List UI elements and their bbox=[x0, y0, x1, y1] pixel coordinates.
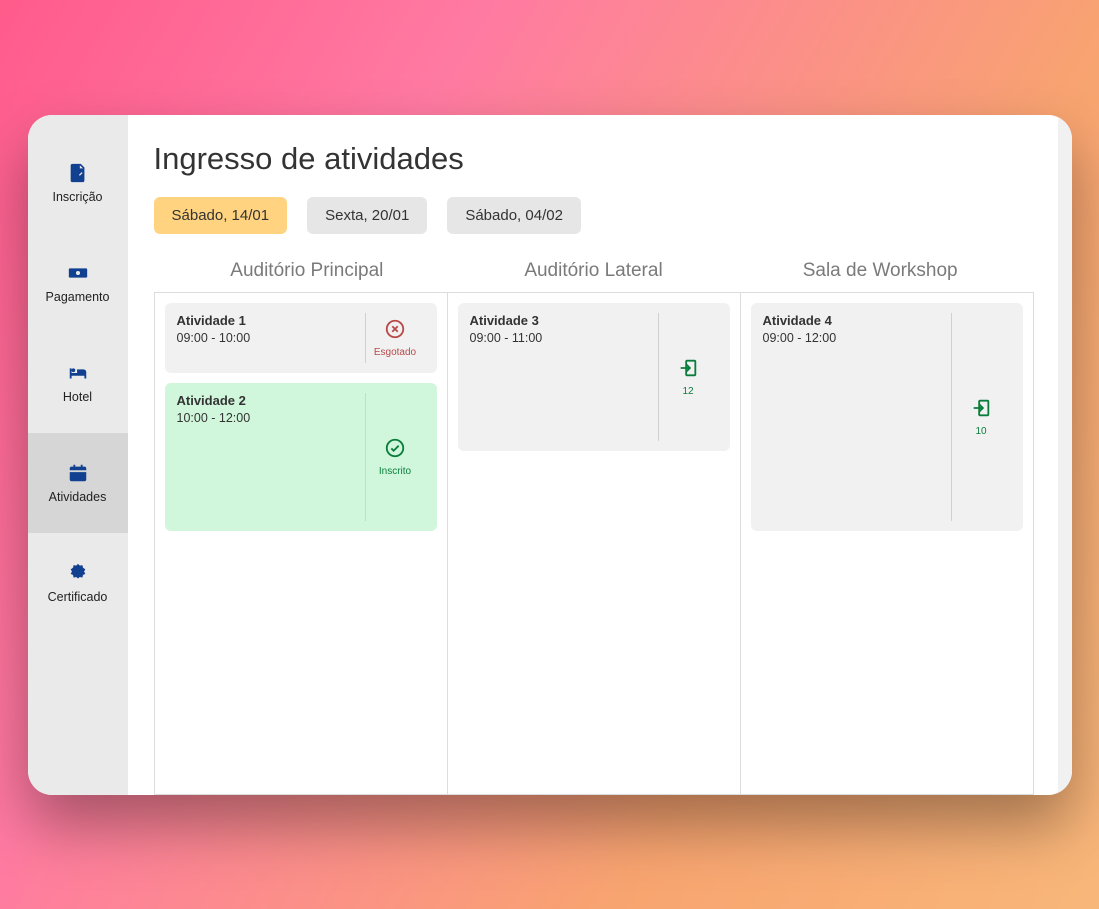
activity-status-sold-out: Esgotado bbox=[365, 313, 425, 363]
sidebar-item-atividades[interactable]: Atividades bbox=[28, 433, 128, 533]
sidebar-item-hotel[interactable]: Hotel bbox=[28, 333, 128, 433]
sidebar-item-label: Inscrição bbox=[52, 190, 102, 204]
activity-time: 10:00 - 12:00 bbox=[177, 411, 359, 425]
enter-icon bbox=[970, 397, 992, 422]
activity-status-available[interactable]: 10 bbox=[951, 313, 1011, 521]
activity-card[interactable]: Atividade 2 10:00 - 12:00 Inscrito bbox=[165, 383, 437, 531]
rooms-header: Auditório Principal Auditório Lateral Sa… bbox=[154, 260, 1034, 292]
activity-status-enrolled: Inscrito bbox=[365, 393, 425, 521]
sidebar-item-pagamento[interactable]: Pagamento bbox=[28, 233, 128, 333]
status-label: 12 bbox=[682, 386, 693, 397]
status-label: 10 bbox=[975, 426, 986, 437]
activity-time: 09:00 - 12:00 bbox=[763, 331, 945, 345]
certificate-icon bbox=[65, 562, 91, 584]
status-label: Inscrito bbox=[379, 466, 411, 477]
sidebar-item-certificado[interactable]: Certificado bbox=[28, 533, 128, 633]
rooms-body: Atividade 1 09:00 - 10:00 Esgotado Ativi… bbox=[154, 292, 1034, 795]
activity-status-available[interactable]: 12 bbox=[658, 313, 718, 441]
enter-icon bbox=[677, 357, 699, 382]
main-content: Ingresso de atividades Sábado, 14/01 Sex… bbox=[128, 115, 1058, 795]
room-header-2: Sala de Workshop bbox=[737, 260, 1024, 292]
date-tabs: Sábado, 14/01 Sexta, 20/01 Sábado, 04/02 bbox=[154, 197, 1034, 234]
sidebar-item-label: Pagamento bbox=[46, 290, 110, 304]
activity-info: Atividade 4 09:00 - 12:00 bbox=[763, 313, 945, 521]
bed-icon bbox=[65, 362, 91, 384]
activity-title: Atividade 4 bbox=[763, 313, 945, 330]
room-col-0: Atividade 1 09:00 - 10:00 Esgotado Ativi… bbox=[155, 293, 448, 794]
activity-time: 09:00 - 10:00 bbox=[177, 331, 359, 345]
activity-title: Atividade 1 bbox=[177, 313, 359, 330]
sidebar-item-label: Hotel bbox=[63, 390, 92, 404]
activity-info: Atividade 1 09:00 - 10:00 bbox=[177, 313, 359, 363]
activity-card[interactable]: Atividade 3 09:00 - 11:00 12 bbox=[458, 303, 730, 451]
page-title: Ingresso de atividades bbox=[154, 141, 1034, 177]
sidebar-item-inscricao[interactable]: Inscrição bbox=[28, 133, 128, 233]
activity-info: Atividade 3 09:00 - 11:00 bbox=[470, 313, 652, 441]
calendar-icon bbox=[65, 462, 91, 484]
date-tab-0[interactable]: Sábado, 14/01 bbox=[154, 197, 288, 234]
date-tab-2[interactable]: Sábado, 04/02 bbox=[447, 197, 581, 234]
room-header-0: Auditório Principal bbox=[164, 260, 451, 292]
check-circle-icon bbox=[384, 437, 406, 462]
status-label: Esgotado bbox=[374, 347, 416, 358]
activity-title: Atividade 2 bbox=[177, 393, 359, 410]
sidebar: Inscrição Pagamento Hotel Atividades Cer… bbox=[28, 115, 128, 795]
activity-title: Atividade 3 bbox=[470, 313, 652, 330]
activity-info: Atividade 2 10:00 - 12:00 bbox=[177, 393, 359, 521]
date-tab-1[interactable]: Sexta, 20/01 bbox=[307, 197, 427, 234]
room-col-2: Atividade 4 09:00 - 12:00 10 bbox=[741, 293, 1033, 794]
x-circle-icon bbox=[384, 318, 406, 343]
room-header-1: Auditório Lateral bbox=[450, 260, 737, 292]
file-signature-icon bbox=[65, 162, 91, 184]
sidebar-item-label: Atividades bbox=[49, 490, 107, 504]
activity-time: 09:00 - 11:00 bbox=[470, 331, 652, 345]
activity-card[interactable]: Atividade 4 09:00 - 12:00 10 bbox=[751, 303, 1023, 531]
activity-card[interactable]: Atividade 1 09:00 - 10:00 Esgotado bbox=[165, 303, 437, 373]
sidebar-item-label: Certificado bbox=[48, 590, 108, 604]
app-window: Inscrição Pagamento Hotel Atividades Cer… bbox=[28, 115, 1072, 795]
money-bill-icon bbox=[65, 262, 91, 284]
room-col-1: Atividade 3 09:00 - 11:00 12 bbox=[448, 293, 741, 794]
